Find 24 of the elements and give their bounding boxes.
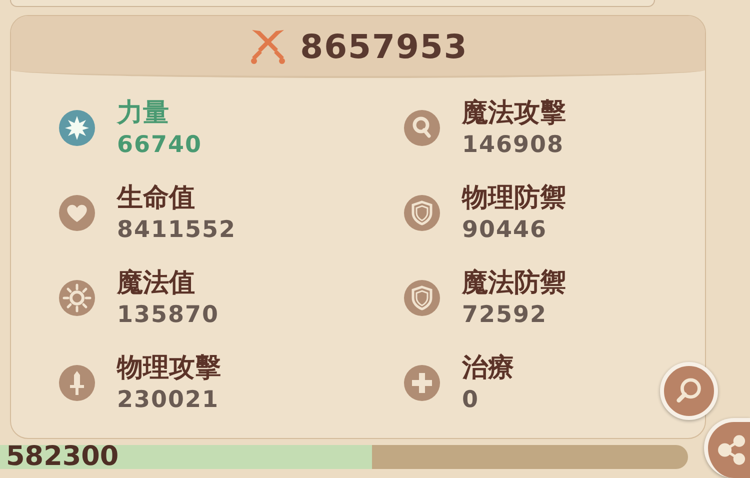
stat-label: 生命值 <box>117 182 196 215</box>
stat-value: 90446 <box>462 216 548 245</box>
stat-value: 0 <box>462 386 480 415</box>
stat-label: 物理攻擊 <box>117 352 221 385</box>
stat-value: 135870 <box>117 301 220 330</box>
stat-value: 72592 <box>462 301 548 330</box>
stat-label: 魔法防禦 <box>462 267 566 300</box>
progress-value: 582300 <box>6 445 119 469</box>
stat-label: 物理防禦 <box>462 182 566 215</box>
sword-icon <box>57 363 97 403</box>
share-button[interactable] <box>704 418 750 478</box>
shield-icon <box>402 193 442 233</box>
plus-icon <box>402 363 442 403</box>
stat-label: 力量 <box>117 97 170 130</box>
stat-label: 治療 <box>462 352 514 385</box>
shield-icon <box>402 278 442 318</box>
stat-value: 66740 <box>117 131 202 160</box>
combat-power: 8657953 <box>300 26 468 66</box>
stat-label: 魔法值 <box>117 267 196 300</box>
stat-label: 魔法攻擊 <box>462 97 566 130</box>
stat-value: 8411552 <box>117 216 236 245</box>
sun-ring-icon <box>57 278 97 318</box>
stat-value: 230021 <box>117 386 220 415</box>
stat-value: 146908 <box>462 131 566 160</box>
